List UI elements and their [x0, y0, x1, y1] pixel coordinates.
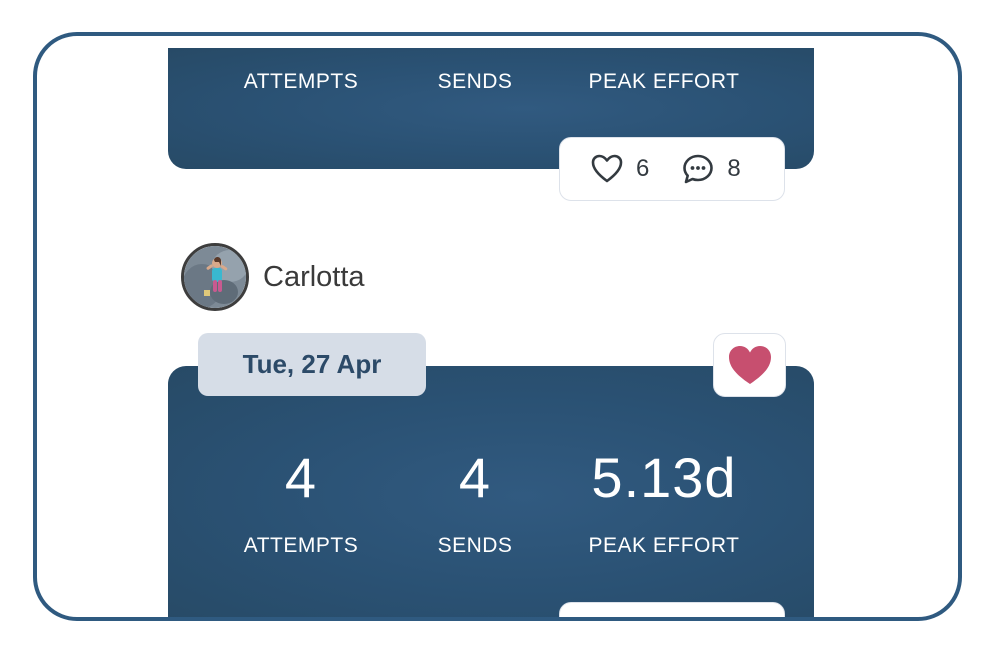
comments-count: 8: [727, 155, 741, 182]
stat-sends: SENDS: [438, 70, 513, 94]
likes-count: 6: [636, 155, 650, 182]
favorite-button[interactable]: [713, 333, 786, 397]
feed-scroll-area[interactable]: ATTEMPTS SENDS PEAK EFFORT 6 8 Carlotta …: [37, 36, 958, 617]
stat-peak-effort: PEAK EFFORT: [589, 70, 740, 94]
stat-value: 4: [284, 446, 318, 509]
activity-card[interactable]: 4 ATTEMPTS 4 SENDS 5.13d PEAK EFFORT: [168, 366, 814, 617]
post-author[interactable]: Carlotta: [181, 243, 365, 311]
heart-outline-icon[interactable]: [590, 152, 624, 186]
date-badge: Tue, 27 Apr: [198, 333, 426, 396]
stat-label: PEAK EFFORT: [588, 534, 740, 557]
stat-value: 5.13d: [591, 446, 737, 509]
stat-label: SENDS: [437, 70, 513, 93]
stat-label: PEAK EFFORT: [588, 70, 740, 93]
stat-attempts: ATTEMPTS: [244, 70, 358, 94]
stat-value: 4: [458, 446, 492, 509]
stat-label: ATTEMPTS: [243, 534, 359, 557]
stat-peak-effort: 5.13d PEAK EFFORT: [589, 448, 740, 558]
stat-attempts: 4 ATTEMPTS: [244, 448, 358, 558]
heart-filled-icon: [728, 346, 771, 384]
reactions-bar-partial: [559, 602, 785, 617]
comment-bubble-icon[interactable]: [681, 152, 715, 186]
stat-sends: 4 SENDS: [438, 448, 513, 558]
stat-label: SENDS: [437, 534, 513, 557]
stat-label: ATTEMPTS: [243, 70, 359, 93]
username[interactable]: Carlotta: [263, 261, 365, 294]
avatar[interactable]: [181, 243, 249, 311]
phone-frame: ATTEMPTS SENDS PEAK EFFORT 6 8 Carlotta …: [33, 32, 962, 621]
reactions-bar: 6 8: [559, 137, 785, 201]
